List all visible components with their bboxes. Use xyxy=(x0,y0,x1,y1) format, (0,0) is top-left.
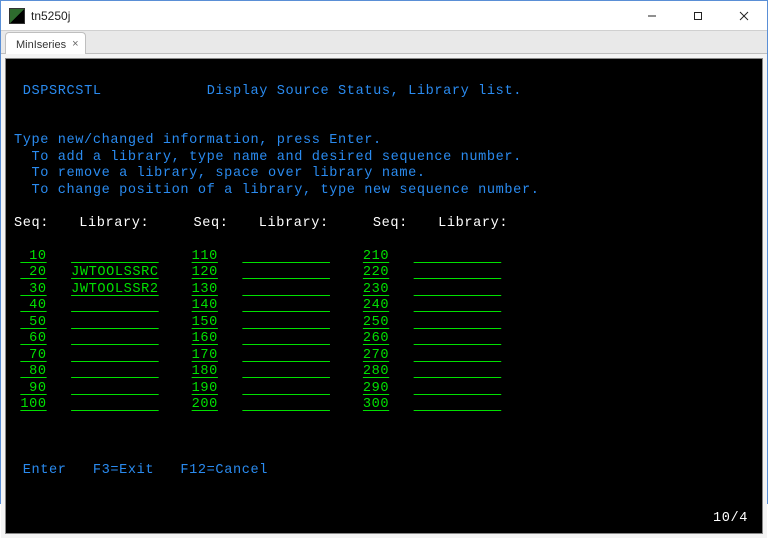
library-field[interactable] xyxy=(71,381,153,398)
library-field[interactable] xyxy=(71,331,153,348)
library-row: 100 200 300 xyxy=(14,397,754,414)
seq-field[interactable]: 50 xyxy=(14,315,47,332)
library-row: 80 180 280 xyxy=(14,364,754,381)
library-field[interactable] xyxy=(71,397,153,414)
column-headers: Seq: Library:Seq: Library:Seq: Library: xyxy=(14,216,754,233)
instruction-line: To add a library, type name and desired … xyxy=(14,150,522,165)
tab-close-icon[interactable]: × xyxy=(72,39,78,50)
library-field[interactable] xyxy=(242,282,324,299)
seq-field[interactable]: 60 xyxy=(14,331,47,348)
library-field[interactable] xyxy=(414,282,496,299)
library-row: 90 190 290 xyxy=(14,381,754,398)
library-field[interactable] xyxy=(414,331,496,348)
library-field[interactable] xyxy=(242,249,324,266)
function-keys: Enter F3=Exit F12=Cancel xyxy=(23,463,268,478)
seq-field[interactable]: 230 xyxy=(357,282,390,299)
close-button[interactable] xyxy=(721,1,767,31)
app-icon xyxy=(9,8,25,24)
library-field[interactable] xyxy=(71,315,153,332)
seq-field[interactable]: 130 xyxy=(185,282,218,299)
library-field[interactable] xyxy=(71,249,153,266)
library-field[interactable]: JWTOOLSSR2 xyxy=(71,282,153,299)
seq-field[interactable]: 260 xyxy=(357,331,390,348)
library-field[interactable] xyxy=(414,397,496,414)
seq-field[interactable]: 300 xyxy=(357,397,390,414)
seq-field[interactable]: 210 xyxy=(357,249,390,266)
library-field[interactable] xyxy=(242,348,324,365)
library-row: 10 110 210 xyxy=(14,249,754,266)
seq-field[interactable]: 160 xyxy=(185,331,218,348)
library-field[interactable] xyxy=(242,397,324,414)
seq-field[interactable]: 140 xyxy=(185,298,218,315)
maximize-button[interactable] xyxy=(675,1,721,31)
seq-field[interactable]: 70 xyxy=(14,348,47,365)
library-list-grid: 10 110 210 20 JWTOOLSSRC 120 220 30 JWTOOLS… xyxy=(14,249,754,414)
library-field[interactable] xyxy=(71,348,153,365)
seq-field[interactable]: 270 xyxy=(357,348,390,365)
seq-field[interactable]: 190 xyxy=(185,381,218,398)
seq-field[interactable]: 170 xyxy=(185,348,218,365)
seq-field[interactable]: 250 xyxy=(357,315,390,332)
seq-field[interactable]: 280 xyxy=(357,364,390,381)
library-field[interactable] xyxy=(71,364,153,381)
seq-field[interactable]: 80 xyxy=(14,364,47,381)
seq-field[interactable]: 100 xyxy=(14,397,47,414)
terminal-screen[interactable]: DSPSRCSTL Display Source Status, Library… xyxy=(5,58,763,534)
library-field[interactable] xyxy=(414,265,496,282)
library-field[interactable] xyxy=(414,315,496,332)
library-field[interactable] xyxy=(414,364,496,381)
library-field[interactable] xyxy=(71,298,153,315)
seq-field[interactable]: 120 xyxy=(185,265,218,282)
library-field[interactable]: JWTOOLSSRC xyxy=(71,265,153,282)
tab-bar: MinIseries × xyxy=(1,31,767,54)
page-title: Display Source Status, Library list. xyxy=(207,84,522,99)
seq-field[interactable]: 200 xyxy=(185,397,218,414)
terminal-frame: DSPSRCSTL Display Source Status, Library… xyxy=(1,54,767,538)
instruction-line: To change position of a library, type ne… xyxy=(14,183,539,198)
window-title: tn5250j xyxy=(31,9,629,23)
session-tab[interactable]: MinIseries × xyxy=(5,32,86,54)
library-field[interactable] xyxy=(242,364,324,381)
library-field[interactable] xyxy=(242,298,324,315)
library-row: 50 150 250 xyxy=(14,315,754,332)
library-row: 40 140 240 xyxy=(14,298,754,315)
seq-field[interactable]: 30 xyxy=(14,282,47,299)
instruction-line: To remove a library, space over library … xyxy=(14,166,426,181)
library-row: 70 170 270 xyxy=(14,348,754,365)
library-field[interactable] xyxy=(242,265,324,282)
library-row: 30 JWTOOLSSR2 130 230 xyxy=(14,282,754,299)
library-row: 60 160 260 xyxy=(14,331,754,348)
seq-field[interactable]: 110 xyxy=(185,249,218,266)
title-bar[interactable]: tn5250j xyxy=(1,1,767,31)
seq-field[interactable]: 90 xyxy=(14,381,47,398)
library-field[interactable] xyxy=(414,249,496,266)
library-field[interactable] xyxy=(414,381,496,398)
seq-field[interactable]: 40 xyxy=(14,298,47,315)
seq-field[interactable]: 180 xyxy=(185,364,218,381)
library-field[interactable] xyxy=(242,315,324,332)
seq-field[interactable]: 20 xyxy=(14,265,47,282)
instruction-line: Type new/changed information, press Ente… xyxy=(14,133,382,148)
seq-field[interactable]: 220 xyxy=(357,265,390,282)
seq-field[interactable]: 10 xyxy=(14,249,47,266)
app-window: tn5250j MinIseries × DSPSRCSTL Display S… xyxy=(0,0,768,504)
program-id: DSPSRCSTL xyxy=(23,84,102,99)
library-field[interactable] xyxy=(414,348,496,365)
seq-field[interactable]: 150 xyxy=(185,315,218,332)
cursor-position: 10/4 xyxy=(713,511,748,528)
library-row: 20 JWTOOLSSRC 120 220 xyxy=(14,265,754,282)
library-field[interactable] xyxy=(242,381,324,398)
seq-field[interactable]: 240 xyxy=(357,298,390,315)
library-field[interactable] xyxy=(242,331,324,348)
library-field[interactable] xyxy=(414,298,496,315)
seq-field[interactable]: 290 xyxy=(357,381,390,398)
minimize-button[interactable] xyxy=(629,1,675,31)
session-tab-label: MinIseries xyxy=(16,39,66,51)
